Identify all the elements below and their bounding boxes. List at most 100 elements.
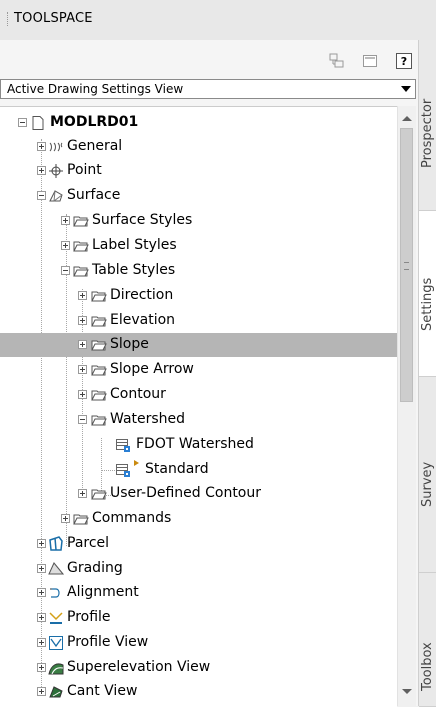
item-view-icon[interactable]: [328, 52, 346, 70]
collapse-icon[interactable]: [78, 415, 87, 424]
expand-icon[interactable]: [37, 564, 46, 573]
expand-icon[interactable]: [37, 663, 46, 672]
tree-item-root[interactable]: MODLRD01: [0, 111, 397, 135]
table-style-icon: [116, 464, 130, 477]
tree-item-label-styles[interactable]: Label Styles: [0, 234, 397, 258]
tab-survey[interactable]: Survey: [419, 377, 436, 573]
tree-label: MODLRD01: [50, 114, 139, 130]
tree-label: Profile: [67, 609, 111, 625]
collapse-icon[interactable]: [18, 118, 27, 127]
tree-item-profile-view[interactable]: Profile View: [0, 631, 397, 655]
tree-item-user-defined-contour[interactable]: User-Defined Contour: [0, 482, 397, 506]
collapse-icon[interactable]: [61, 266, 70, 275]
expand-icon[interactable]: [37, 687, 46, 696]
profile-view-icon: [49, 636, 63, 650]
tab-label: Prospector: [420, 98, 435, 168]
tree-item-cant-view[interactable]: Cant View: [0, 680, 397, 704]
folder-icon: [91, 489, 107, 500]
default-style-marker-icon: [134, 460, 139, 466]
general-icon: [49, 142, 63, 152]
tree-item-superelevation-view[interactable]: Superelevation View: [0, 656, 397, 680]
tree-label: Contour: [110, 386, 166, 402]
tree-item-slope-arrow[interactable]: Slope Arrow: [0, 358, 397, 382]
tree-item-surface[interactable]: Surface: [0, 184, 397, 208]
tree-item-table-styles[interactable]: Table Styles: [0, 259, 397, 283]
side-tabs: Prospector Settings Survey Toolbox: [418, 40, 436, 707]
tree-label: Direction: [110, 287, 174, 303]
expand-icon[interactable]: [78, 316, 87, 325]
scroll-thumb[interactable]: [400, 128, 413, 402]
grading-icon: [48, 562, 64, 575]
folder-icon: [73, 241, 89, 252]
folder-icon: [91, 365, 107, 376]
tree-item-alignment[interactable]: Alignment: [0, 581, 397, 605]
tree-item-general[interactable]: General: [0, 135, 397, 159]
tab-label: Survey: [420, 461, 435, 507]
toolspace-panel: ? Active Drawing Settings View MODLRD01 …: [0, 40, 418, 707]
scroll-down-arrow-icon[interactable]: [402, 689, 412, 694]
folder-open-icon: [73, 266, 89, 277]
folder-icon: [91, 291, 107, 302]
tree-label: Slope Arrow: [110, 361, 194, 377]
tree-item-contour[interactable]: Contour: [0, 383, 397, 407]
panel-toggle-icon[interactable]: [361, 52, 379, 70]
expand-icon[interactable]: [61, 241, 70, 250]
expand-icon[interactable]: [61, 216, 70, 225]
folder-open-icon: [91, 415, 107, 426]
tab-settings[interactable]: Settings: [419, 211, 436, 377]
expand-icon[interactable]: [37, 588, 46, 597]
expand-icon[interactable]: [37, 142, 46, 151]
expand-icon[interactable]: [78, 390, 87, 399]
tree-item-profile[interactable]: Profile: [0, 606, 397, 630]
expand-icon[interactable]: [37, 638, 46, 647]
expand-icon[interactable]: [78, 291, 87, 300]
tree-item-surface-styles[interactable]: Surface Styles: [0, 209, 397, 233]
tree-item-elevation[interactable]: Elevation: [0, 309, 397, 333]
tree-item-standard[interactable]: Standard: [0, 458, 397, 482]
tree-label: Watershed: [110, 411, 186, 427]
tree-item-direction[interactable]: Direction: [0, 284, 397, 308]
tree-item-parcel[interactable]: Parcel: [0, 532, 397, 556]
folder-icon: [73, 216, 89, 227]
view-select[interactable]: Active Drawing Settings View: [0, 79, 416, 99]
tree-label: Superelevation View: [67, 659, 211, 675]
tab-label: Settings: [420, 277, 435, 331]
expand-icon[interactable]: [37, 166, 46, 175]
tree-label: Slope: [110, 336, 149, 352]
chevron-down-icon[interactable]: [401, 86, 411, 92]
expand-icon[interactable]: [78, 365, 87, 374]
tree-label: Table Styles: [92, 262, 176, 278]
tree-label: Alignment: [67, 584, 139, 600]
tree-label: Profile View: [67, 634, 149, 650]
toolspace-titlebar[interactable]: TOOLSPACE: [0, 0, 436, 41]
help-button[interactable]: ?: [396, 53, 412, 69]
expand-icon[interactable]: [37, 613, 46, 622]
tree-item-fdot-watershed[interactable]: FDOT Watershed: [0, 433, 397, 457]
tree-label: Parcel: [67, 535, 110, 551]
expand-icon[interactable]: [78, 489, 87, 498]
tree-item-watershed[interactable]: Watershed: [0, 408, 397, 432]
collapse-icon[interactable]: [37, 191, 46, 200]
tree-label: Surface Styles: [92, 212, 193, 228]
drag-grip[interactable]: [7, 12, 10, 26]
tree-label: Elevation: [110, 312, 176, 328]
settings-tree[interactable]: MODLRD01 General Point Surface Surface S…: [0, 106, 397, 707]
scroll-up-arrow-icon[interactable]: [402, 116, 412, 121]
profile-icon: [49, 612, 63, 624]
expand-icon[interactable]: [61, 514, 70, 523]
tree-item-point[interactable]: Point: [0, 159, 397, 183]
folder-icon: [91, 390, 107, 401]
tree-label: Commands: [92, 510, 172, 526]
tree-label: General: [67, 138, 123, 154]
tree-item-grading[interactable]: Grading: [0, 557, 397, 581]
tree-item-commands[interactable]: Commands: [0, 507, 397, 531]
tab-prospector[interactable]: Prospector: [419, 40, 436, 211]
table-style-icon: [116, 439, 130, 452]
view-select-value: Active Drawing Settings View: [7, 82, 184, 96]
tab-toolbox[interactable]: Toolbox: [419, 573, 436, 707]
tree-scrollbar[interactable]: [397, 106, 416, 706]
point-icon: [49, 164, 63, 178]
tree-item-slope[interactable]: Slope: [0, 333, 397, 357]
expand-icon[interactable]: [37, 539, 46, 548]
expand-icon[interactable]: [78, 340, 87, 349]
